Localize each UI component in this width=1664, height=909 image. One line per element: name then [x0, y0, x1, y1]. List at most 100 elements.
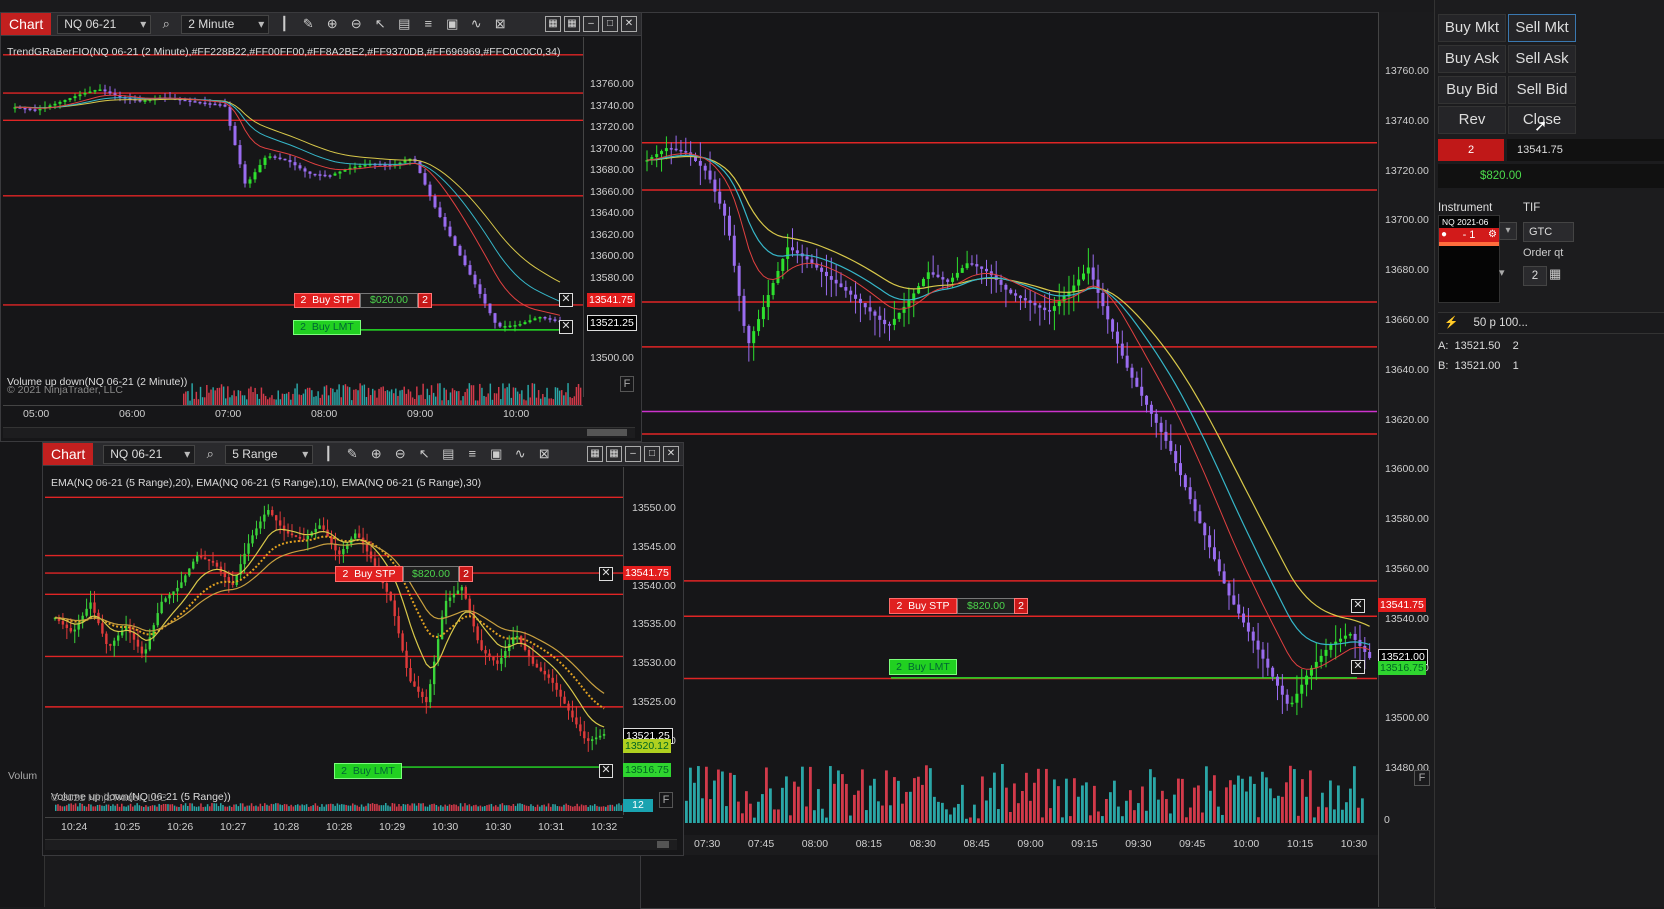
volume-bar [825, 818, 828, 823]
volume-bar [451, 805, 453, 811]
instrument-selector[interactable]: NQ 2021-06 ● - 1 ⚙ [1438, 215, 1500, 303]
order-qty-input[interactable]: 2 [1523, 266, 1547, 286]
chart2-scrollbar[interactable] [45, 839, 677, 850]
chart1-instrument-select[interactable]: NQ 06-21 [57, 15, 151, 34]
chart1-draw-icon[interactable]: ✎ [299, 15, 317, 33]
chart2-tile-icon[interactable]: ▦ [587, 446, 603, 462]
chart2-tile2-icon[interactable]: ▦ [606, 446, 622, 462]
chart1-buy-stp-tag[interactable]: 2 Buy STP [294, 293, 360, 308]
chart1-cancel-lmt-icon[interactable]: ✕ [559, 320, 573, 334]
chart1-cancel-stp-icon[interactable]: ✕ [559, 293, 573, 307]
chart1-pointer-icon[interactable]: ↖ [371, 15, 389, 33]
candle [334, 174, 337, 176]
chart2-zoom-out-icon[interactable]: ⊖ [391, 445, 409, 463]
chart1-maximize-icon[interactable]: □ [602, 16, 618, 32]
sell-ask-button[interactable]: Sell Ask [1508, 45, 1576, 73]
volume-bar [238, 390, 239, 405]
chart2-data-box-icon[interactable]: ≡ [463, 445, 481, 463]
chart2-draw-icon[interactable]: ✎ [343, 445, 361, 463]
chart2-indicators-icon[interactable]: ∿ [511, 445, 529, 463]
buy-ask-button[interactable]: Buy Ask [1438, 45, 1506, 73]
chart2-zoom-in-icon[interactable]: ⊕ [367, 445, 385, 463]
chart2-instrument-select[interactable]: NQ 06-21 [103, 445, 195, 464]
volume-bar [420, 804, 422, 811]
candle [1247, 623, 1250, 632]
chart2-bar-type-icon[interactable]: ┃ [319, 445, 337, 463]
chart1-close-icon[interactable]: ✕ [621, 16, 637, 32]
chart2-cancel-lmt-icon[interactable]: ✕ [599, 764, 613, 778]
chart2-interval-select[interactable]: 5 Range [225, 445, 313, 464]
candle [1038, 305, 1041, 307]
chart1-zoom-out-icon[interactable]: ⊖ [347, 15, 365, 33]
chart1-minimize-icon[interactable]: – [583, 16, 599, 32]
chart1-f-button[interactable]: F [620, 376, 634, 392]
chart1-canvas[interactable] [3, 37, 583, 417]
volume-bar [565, 804, 567, 811]
instrument-dropdown-icon[interactable]: ▾ [1499, 222, 1517, 240]
volume-bar [462, 806, 464, 811]
main-buy-lmt-tag[interactable]: 2 Buy LMT [889, 659, 957, 675]
volume-bar [464, 392, 465, 405]
tif-select[interactable]: GTC [1523, 222, 1574, 242]
chart1-indicators-icon[interactable]: ∿ [467, 15, 485, 33]
chart1-properties-icon[interactable]: ▣ [443, 15, 461, 33]
chart1-search-icon[interactable]: ⌕ [157, 15, 175, 33]
volume-bar [301, 804, 303, 811]
chart2-tab[interactable]: Chart [43, 443, 93, 465]
chart1-scrollbar[interactable] [3, 427, 635, 438]
calculator-icon[interactable]: ▦ [1549, 266, 1561, 282]
main-pnl-tag: $820.00 [957, 598, 1015, 614]
volume-bar [416, 806, 418, 811]
sell-mkt-button[interactable]: Sell Mkt [1508, 14, 1576, 42]
main-f-button[interactable]: F [1414, 770, 1430, 786]
chart2-f-button[interactable]: F [659, 792, 673, 808]
buy-mkt-button[interactable]: Buy Mkt [1438, 14, 1506, 42]
volume-bar [389, 391, 390, 405]
sell-bid-button[interactable]: Sell Bid [1508, 76, 1576, 104]
candle [62, 621, 64, 624]
chart2-cancel-stp-icon[interactable]: ✕ [599, 567, 613, 581]
main-chart-canvas[interactable] [641, 13, 1435, 908]
chart1-tab[interactable]: Chart [1, 13, 51, 35]
volume-bar [347, 386, 348, 405]
chart2-properties-icon[interactable]: ▣ [487, 445, 505, 463]
chart1-bar-type-icon[interactable]: ┃ [275, 15, 293, 33]
chart2-buy-lmt-tag[interactable]: 2 Buy LMT [334, 763, 402, 779]
candle [164, 598, 166, 601]
volume-bar [989, 788, 992, 823]
c1-y-tick: 13740.00 [590, 100, 634, 112]
chart1-strategies-icon[interactable]: ⊠ [491, 15, 509, 33]
order-qty-dropdown-icon[interactable]: ▾ [1499, 266, 1505, 279]
chart1-buy-lmt-tag[interactable]: 2 Buy LMT [293, 320, 361, 335]
chart1-interval-select[interactable]: 2 Minute [181, 15, 269, 34]
main-buy-stp-tag[interactable]: 2 Buy STP [889, 598, 957, 614]
gear-icon[interactable]: ⚙ [1488, 228, 1497, 242]
reverse-button[interactable]: Rev [1438, 106, 1506, 134]
chart2-minimize-icon[interactable]: – [625, 446, 641, 462]
chart2-templates-icon[interactable]: ▤ [439, 445, 457, 463]
main-cancel-lmt-icon[interactable]: ✕ [1351, 660, 1365, 674]
chart2-search-icon[interactable]: ⌕ [201, 445, 219, 463]
volume-bar [937, 802, 940, 823]
chart1-data-box-icon[interactable]: ≡ [419, 15, 437, 33]
buy-bid-button[interactable]: Buy Bid [1438, 76, 1506, 104]
main-x-tick: 08:45 [964, 838, 990, 850]
chart2-pointer-icon[interactable]: ↖ [415, 445, 433, 463]
chart2-maximize-icon[interactable]: □ [644, 446, 660, 462]
candle [1024, 298, 1027, 300]
chart2-strategies-icon[interactable]: ⊠ [535, 445, 553, 463]
chart1-tile2-icon[interactable]: ▦ [564, 16, 580, 32]
volume-bar [929, 768, 932, 823]
chart1-indicator-label: TrendGRaBerFIO(NQ 06-21 (2 Minute),#FF22… [7, 46, 560, 58]
main-cancel-stp-icon[interactable]: ✕ [1351, 599, 1365, 613]
volume-bar [394, 804, 396, 811]
candle [259, 165, 262, 172]
chart1-tile-icon[interactable]: ▦ [545, 16, 561, 32]
chart1-last-price-marker: 13521.25 [587, 315, 637, 331]
chart1-zoom-in-icon[interactable]: ⊕ [323, 15, 341, 33]
candle [820, 268, 823, 272]
chart2-buy-stp-tag[interactable]: 2 Buy STP [335, 566, 403, 582]
chart1-templates-icon[interactable]: ▤ [395, 15, 413, 33]
chart2-close-icon[interactable]: ✕ [663, 446, 679, 462]
atm-strategy-select[interactable]: ⚡ 50 p 100... [1438, 312, 1664, 334]
